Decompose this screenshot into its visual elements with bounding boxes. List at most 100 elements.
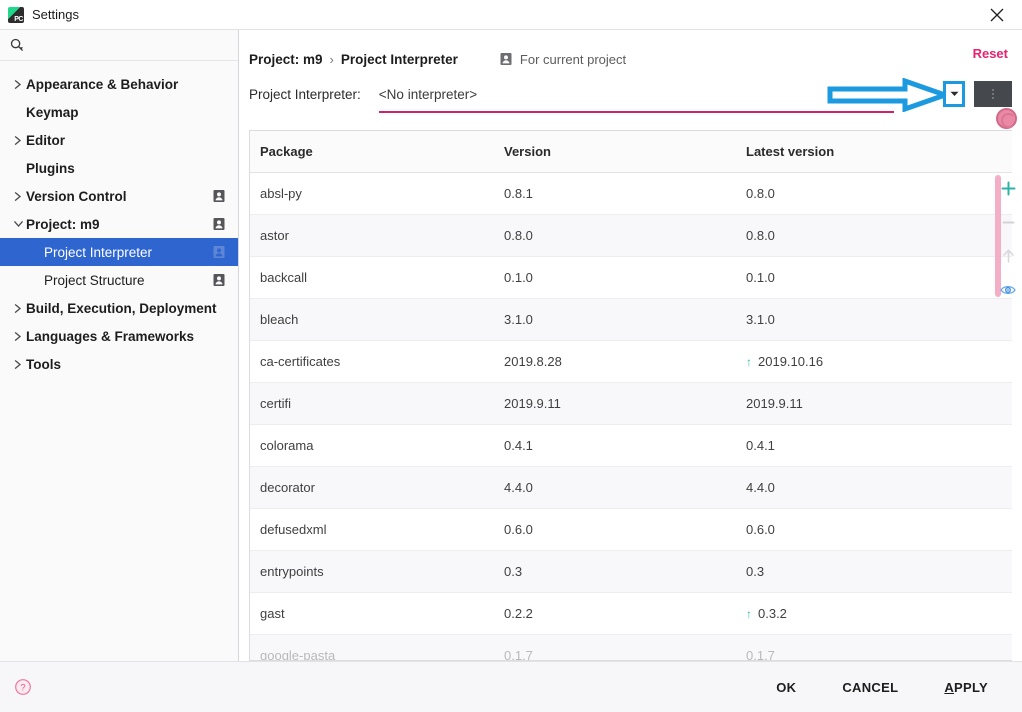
sidebar-item-tools[interactable]: Tools bbox=[0, 350, 238, 378]
apply-button[interactable]: APPLY bbox=[924, 671, 1008, 704]
interpreter-combobox[interactable]: <No interpreter> bbox=[378, 81, 1022, 113]
reset-link[interactable]: Reset bbox=[973, 46, 1008, 61]
sidebar-item-version-control[interactable]: Version Control bbox=[0, 182, 238, 210]
cell-latest-version: 0.3 bbox=[736, 550, 1012, 593]
latest-version-text: 0.8.0 bbox=[746, 228, 775, 243]
plus-icon[interactable] bbox=[998, 178, 1018, 198]
search-icon bbox=[10, 38, 24, 52]
chevron-right-icon[interactable] bbox=[10, 359, 26, 369]
breadcrumb-current: Project Interpreter bbox=[340, 51, 458, 67]
cell-version: 0.8.0 bbox=[494, 214, 736, 257]
project-badge-icon bbox=[212, 245, 226, 259]
cell-version: 0.8.1 bbox=[494, 172, 736, 215]
breadcrumb-parent[interactable]: Project: m9 bbox=[249, 52, 323, 67]
upgrade-available-icon: ↑ bbox=[746, 607, 752, 621]
sidebar-item-label: Project Structure bbox=[44, 272, 145, 288]
latest-version-text: 2019.10.16 bbox=[758, 354, 824, 369]
sidebar-search-row[interactable] bbox=[0, 30, 238, 61]
chevron-down-icon[interactable] bbox=[10, 220, 26, 228]
packages-table-body: absl-py 0.8.1 0.8.0 astor 0.8.0 0.8.0 backcall… bbox=[250, 172, 1012, 660]
sidebar-item-label: Editor bbox=[26, 132, 65, 148]
cell-latest-version: 0.1.0 bbox=[736, 256, 1012, 299]
search-input[interactable] bbox=[30, 38, 228, 52]
latest-version-text: 0.3.2 bbox=[758, 606, 787, 621]
scope-indicator: For current project bbox=[499, 52, 626, 67]
help-circle-icon[interactable]: ? bbox=[14, 678, 32, 696]
apply-button-rest: PPLY bbox=[954, 679, 988, 695]
cell-package: colorama bbox=[250, 424, 494, 467]
cell-latest-version: 0.8.0 bbox=[736, 214, 1012, 257]
cell-latest-version: 4.4.0 bbox=[736, 466, 1012, 509]
cell-package: absl-py bbox=[250, 172, 494, 215]
window-titlebar: Settings bbox=[0, 0, 1022, 30]
interpreter-label: Project Interpreter: bbox=[249, 86, 361, 102]
table-row[interactable]: defusedxml 0.6.0 0.6.0 bbox=[250, 508, 1012, 551]
latest-version-text: 0.1.0 bbox=[746, 270, 775, 285]
column-header-latest-version[interactable]: Latest version bbox=[736, 131, 1012, 173]
project-badge-icon bbox=[212, 273, 226, 287]
chevron-right-icon[interactable] bbox=[10, 191, 26, 201]
sidebar-item-project-m9[interactable]: Project: m9 bbox=[0, 210, 238, 238]
sidebar-item-label: Project Interpreter bbox=[44, 244, 153, 260]
table-row[interactable]: gast 0.2.2 ↑ 0.3.2 bbox=[250, 592, 1012, 635]
packages-table: Package Version Latest version absl-py 0.… bbox=[250, 131, 1012, 660]
scope-label: For current project bbox=[519, 51, 627, 67]
table-row[interactable]: entrypoints 0.3 0.3 bbox=[250, 550, 1012, 593]
sidebar-item-languages-frameworks[interactable]: Languages & Frameworks bbox=[0, 322, 238, 350]
table-row[interactable]: astor 0.8.0 0.8.0 bbox=[250, 214, 1012, 257]
table-row[interactable]: certifi 2019.9.11 2019.9.11 bbox=[250, 382, 1012, 425]
table-row[interactable]: google-pasta 0.1.7 0.1.7 bbox=[250, 634, 1012, 660]
cell-package: astor bbox=[250, 214, 494, 257]
sidebar-item-keymap[interactable]: Keymap bbox=[0, 98, 238, 126]
column-header-package[interactable]: Package bbox=[250, 131, 494, 173]
table-row[interactable]: absl-py 0.8.1 0.8.0 bbox=[250, 172, 1012, 215]
eye-icon[interactable] bbox=[998, 280, 1018, 300]
sidebar-item-appearance-behavior[interactable]: Appearance & Behavior bbox=[0, 70, 238, 98]
cell-package: bleach bbox=[250, 298, 494, 341]
cell-version: 3.1.0 bbox=[494, 298, 736, 341]
interpreter-dropdown-button[interactable] bbox=[943, 81, 965, 107]
packages-panel: Package Version Latest version absl-py 0.… bbox=[249, 130, 1012, 661]
interpreter-more-button[interactable] bbox=[974, 81, 1012, 107]
cell-package: gast bbox=[250, 592, 494, 635]
sidebar-item-build-execution-deployment[interactable]: Build, Execution, Deployment bbox=[0, 294, 238, 322]
sidebar-item-label: Tools bbox=[26, 356, 61, 372]
cell-version: 0.4.1 bbox=[494, 424, 736, 467]
latest-version-text: 0.6.0 bbox=[746, 522, 775, 537]
svg-text:?: ? bbox=[20, 683, 25, 694]
mouse-cursor-highlight bbox=[996, 108, 1017, 129]
sidebar-item-project-interpreter[interactable]: Project Interpreter bbox=[0, 238, 238, 266]
arrow-up-icon bbox=[998, 246, 1018, 266]
chevron-right-icon[interactable] bbox=[10, 135, 26, 145]
packages-action-rail bbox=[994, 174, 1022, 300]
sidebar-item-project-structure[interactable]: Project Structure bbox=[0, 266, 238, 294]
minus-icon bbox=[998, 212, 1018, 232]
apply-button-mnemonic: A bbox=[944, 679, 955, 695]
cell-version: 0.6.0 bbox=[494, 508, 736, 551]
table-row[interactable]: decorator 4.4.0 4.4.0 bbox=[250, 466, 1012, 509]
cell-latest-version: 0.4.1 bbox=[736, 424, 1012, 467]
ok-button[interactable]: OK bbox=[756, 671, 816, 704]
cell-package: backcall bbox=[250, 256, 494, 299]
table-row[interactable]: colorama 0.4.1 0.4.1 bbox=[250, 424, 1012, 467]
cell-latest-version: 2019.9.11 bbox=[736, 382, 1012, 425]
cancel-button[interactable]: CANCEL bbox=[822, 671, 918, 704]
cell-package: decorator bbox=[250, 466, 494, 509]
chevron-right-icon[interactable] bbox=[10, 303, 26, 313]
project-badge-icon bbox=[212, 217, 226, 231]
chevron-right-icon[interactable] bbox=[10, 331, 26, 341]
column-header-version[interactable]: Version bbox=[494, 131, 736, 173]
cell-version: 2019.9.11 bbox=[494, 382, 736, 425]
table-row[interactable]: bleach 3.1.0 3.1.0 bbox=[250, 298, 1012, 341]
close-icon[interactable] bbox=[978, 0, 1016, 30]
cell-latest-version: 0.6.0 bbox=[736, 508, 1012, 551]
table-row[interactable]: ca-certificates 2019.8.28 ↑ 2019.10.16 bbox=[250, 340, 1012, 383]
table-row[interactable]: backcall 0.1.0 0.1.0 bbox=[250, 256, 1012, 299]
packages-scroll-area[interactable]: Package Version Latest version absl-py 0.… bbox=[250, 131, 1012, 660]
more-vertical-icon bbox=[992, 89, 994, 99]
chevron-right-icon[interactable] bbox=[10, 79, 26, 89]
sidebar-item-editor[interactable]: Editor bbox=[0, 126, 238, 154]
table-header-row: Package Version Latest version bbox=[250, 131, 1012, 173]
sidebar-item-plugins[interactable]: Plugins bbox=[0, 154, 238, 182]
interpreter-value: <No interpreter> bbox=[378, 86, 478, 102]
